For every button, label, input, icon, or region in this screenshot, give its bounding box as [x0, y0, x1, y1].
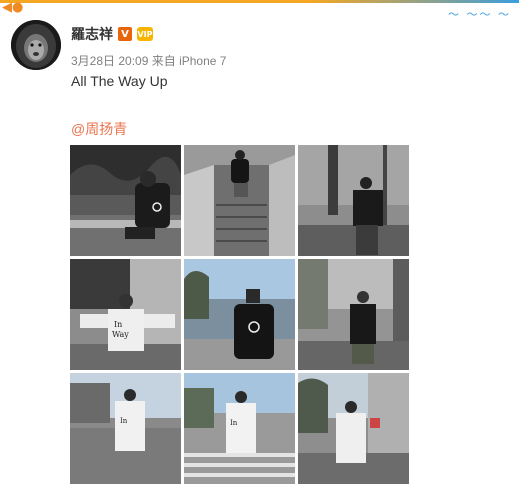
source: 来自 iPhone 7: [151, 54, 227, 68]
svg-text:In: In: [230, 419, 238, 427]
svg-text:Way: Way: [112, 330, 129, 339]
photo-1[interactable]: [70, 145, 181, 256]
post-meta: 3月28日 20:09 来自 iPhone 7: [71, 52, 226, 69]
photo-5[interactable]: [184, 259, 295, 370]
photo-4[interactable]: In Way: [70, 259, 181, 370]
lion-avatar-icon: [11, 20, 61, 70]
vip-crown-icon[interactable]: VIP: [137, 27, 153, 41]
post-text: All The Way Up: [71, 73, 168, 89]
verified-icon[interactable]: V: [118, 27, 132, 41]
name-row: 羅志祥 V VIP: [71, 24, 153, 44]
photo-2[interactable]: [184, 145, 295, 256]
photo-9[interactable]: [298, 373, 409, 484]
user-name[interactable]: 羅志祥: [71, 24, 113, 44]
mention-link[interactable]: @周扬青: [71, 119, 127, 139]
fish-decoration-icon: ◀●: [2, 0, 24, 15]
avatar[interactable]: [11, 20, 61, 70]
svg-text:In: In: [114, 320, 122, 329]
photo-6[interactable]: [298, 259, 409, 370]
photo-3[interactable]: [298, 145, 409, 256]
photo-7[interactable]: In: [70, 373, 181, 484]
top-border: [0, 0, 519, 3]
wave-decoration-icon: ～ ～～ ～: [448, 8, 511, 21]
timestamp[interactable]: 3月28日 20:09: [71, 54, 148, 68]
svg-text:In: In: [120, 417, 128, 425]
photo-8[interactable]: In: [184, 373, 295, 484]
